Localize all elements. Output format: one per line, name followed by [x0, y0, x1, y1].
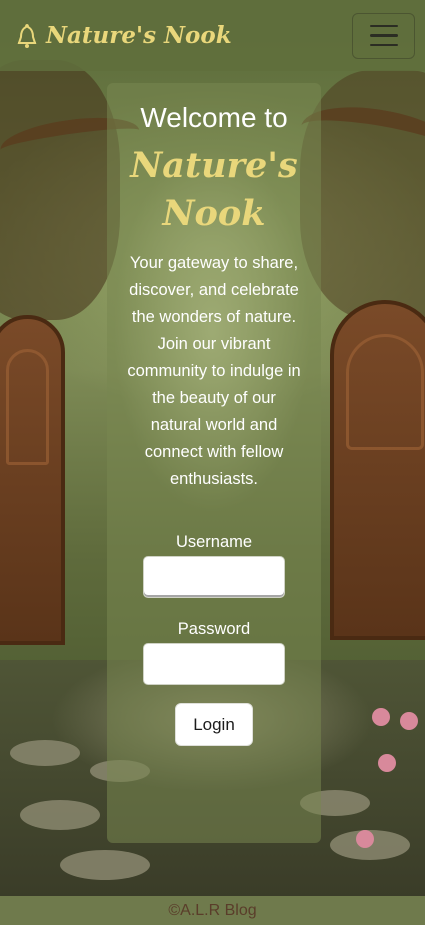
- password-input[interactable]: [143, 643, 285, 685]
- wooden-door-left: [0, 315, 65, 645]
- navbar-toggler-button[interactable]: [352, 12, 415, 59]
- footer-text: ©A.L.R Blog: [168, 902, 257, 919]
- wooden-door-right: [330, 300, 425, 640]
- brand-name: Nature's Nook: [46, 22, 232, 49]
- password-label: Password: [177, 620, 251, 638]
- hero-brand-line2: Nook: [162, 193, 266, 234]
- login-button[interactable]: Login: [175, 703, 253, 746]
- intro-paragraph: Your gateway to share, discover, and cel…: [127, 254, 301, 488]
- tree-trunk-left: [0, 60, 120, 320]
- username-label: Username: [175, 533, 253, 551]
- login-form: Username Password Login: [107, 533, 321, 746]
- hamburger-icon: [369, 24, 398, 28]
- bell-icon: [17, 23, 37, 48]
- hero-brand-name: Nature's Nook: [107, 142, 321, 238]
- hero-brand-line1: Nature's: [130, 145, 298, 186]
- welcome-heading: Welcome to: [140, 102, 288, 133]
- brand-link[interactable]: Nature's Nook: [16, 22, 232, 49]
- welcome-card: Welcome to Nature's Nook Your gateway to…: [107, 83, 321, 843]
- navbar: Nature's Nook: [0, 0, 425, 71]
- username-input[interactable]: [143, 556, 285, 598]
- footer: ©A.L.R Blog: [0, 896, 425, 925]
